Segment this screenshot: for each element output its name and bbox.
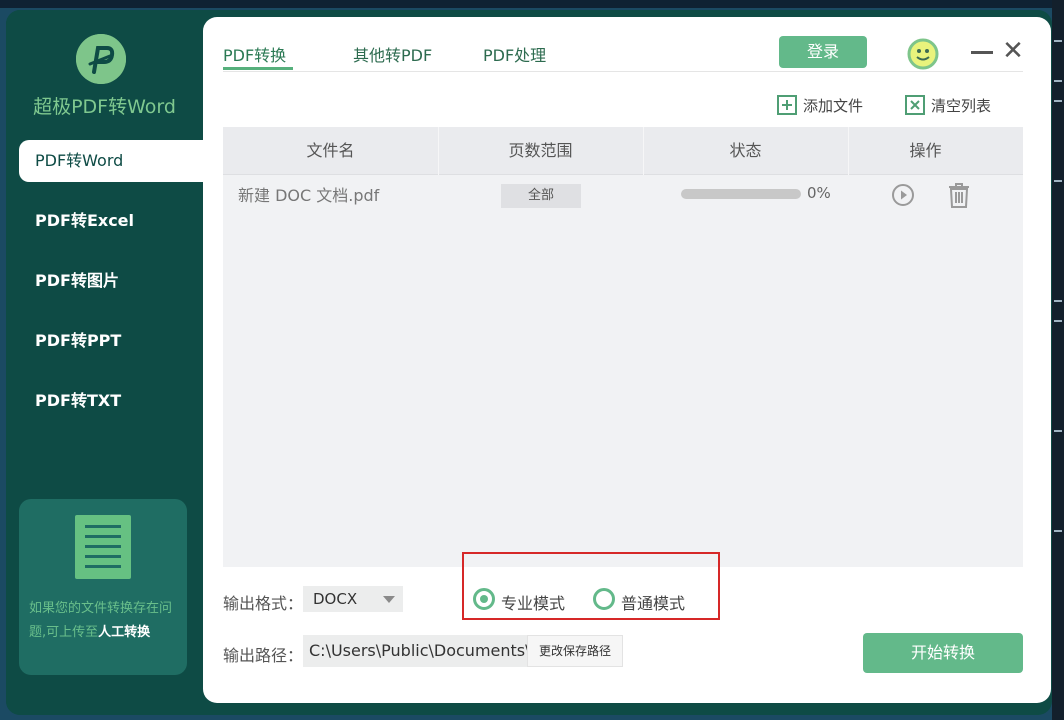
table-header: 文件名 页数范围 状态 操作 [223, 127, 1023, 175]
desktop-top-bar [0, 0, 1064, 8]
output-path-field[interactable]: C:\Users\Public\Documents\ [303, 635, 527, 667]
app-logo [76, 34, 126, 84]
active-tab-indicator [223, 67, 293, 70]
login-button[interactable]: 登录 [779, 36, 867, 68]
minimize-icon[interactable] [971, 51, 993, 54]
main-panel: PDF转换 其他转PDF PDF处理 登录 ✕ 添加文件 清空列表 文件名 页数… [203, 17, 1051, 703]
add-file-label: 添加文件 [803, 96, 864, 115]
add-file-button[interactable]: 添加文件 [777, 92, 863, 118]
sidebar-item-pdf-to-excel[interactable]: PDF转Excel [19, 200, 203, 242]
tab-other-to-pdf[interactable]: 其他转PDF [353, 42, 432, 66]
sidebar-item-pdf-to-ppt[interactable]: PDF转PPT [19, 320, 203, 362]
help-card: 如果您的文件转换存在问题,可上传至人工转换 [19, 499, 187, 675]
app-window: 超极PDF转Word PDF转Word PDF转Excel PDF转图片 PDF… [6, 10, 1052, 715]
column-header-page-range: 页数范围 [508, 141, 573, 160]
file-table: 文件名 页数范围 状态 操作 新建 DOC 文档.pdf 全部 0% [223, 127, 1023, 567]
trash-icon[interactable] [948, 182, 970, 208]
progress-text: 0% [807, 184, 831, 202]
progress-bar [681, 189, 801, 199]
tab-pdf-process[interactable]: PDF处理 [483, 42, 546, 66]
column-header-filename: 文件名 [306, 141, 355, 160]
tab-pdf-convert[interactable]: PDF转换 [223, 42, 286, 66]
logo-icon [76, 34, 126, 84]
smiley-icon[interactable] [907, 38, 939, 70]
column-header-status: 状态 [729, 141, 762, 160]
sidebar-item-pdf-to-image[interactable]: PDF转图片 [19, 260, 203, 302]
sidebar-item-pdf-to-txt[interactable]: PDF转TXT [19, 380, 203, 422]
file-name: 新建 DOC 文档.pdf [238, 186, 380, 205]
normal-mode-radio[interactable] [593, 588, 615, 610]
close-icon[interactable]: ✕ [1001, 38, 1025, 64]
column-header-actions: 操作 [909, 141, 942, 160]
sidebar-item-pdf-to-word[interactable]: PDF转Word [19, 140, 203, 182]
document-icon [75, 515, 131, 579]
professional-mode-label: 专业模式 [501, 594, 566, 613]
clear-list-icon [905, 95, 925, 115]
chevron-down-icon [383, 596, 395, 603]
manual-convert-link[interactable]: 人工转换 [98, 625, 150, 640]
help-text: 如果您的文件转换存在问题,可上传至人工转换 [29, 597, 181, 645]
start-convert-button[interactable]: 开始转换 [863, 633, 1023, 673]
output-format-value: DOCX [313, 590, 358, 608]
desktop-right-edge [1052, 0, 1064, 720]
clear-list-button[interactable]: 清空列表 [905, 92, 991, 118]
output-path-label: 输出路径： [223, 646, 304, 665]
play-icon[interactable] [891, 183, 915, 207]
professional-mode-radio[interactable] [473, 588, 495, 610]
sidebar: 超极PDF转Word PDF转Word PDF转Excel PDF转图片 PDF… [6, 10, 203, 715]
page-range-button[interactable]: 全部 [501, 184, 581, 208]
change-path-button[interactable]: 更改保存路径 [527, 635, 623, 667]
app-title: 超极PDF转Word [33, 96, 176, 118]
add-file-icon [777, 95, 797, 115]
output-format-label: 输出格式： [223, 594, 304, 613]
output-format-select[interactable]: DOCX [303, 586, 403, 612]
header-divider [223, 71, 1023, 72]
normal-mode-label: 普通模式 [621, 594, 686, 613]
clear-list-label: 清空列表 [931, 96, 992, 115]
